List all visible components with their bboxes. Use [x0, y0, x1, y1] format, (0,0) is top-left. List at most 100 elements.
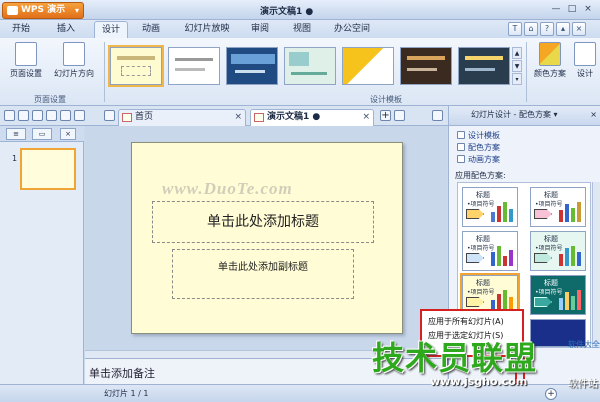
wps-logo-icon: [7, 6, 18, 15]
scroll-up-icon[interactable]: ▲: [512, 47, 522, 59]
task-pane-scrollbar[interactable]: [592, 182, 600, 348]
new-tab-button[interactable]: +: [380, 110, 391, 121]
doc-tab-label: 演示文稿1 ●: [267, 112, 321, 122]
tab-review[interactable]: 审阅: [246, 21, 274, 38]
template-thumb-4[interactable]: [284, 47, 336, 85]
slide-orientation-button[interactable]: 幻灯片方向: [50, 42, 98, 79]
arrow-shape-icon: [466, 253, 484, 263]
tab-design[interactable]: 设计: [94, 21, 128, 38]
app-button-label: WPS 演示: [21, 5, 66, 15]
tab-insert[interactable]: 插入: [50, 21, 82, 38]
template-scroller[interactable]: ▲ ▼ ▾: [512, 47, 522, 85]
slide-panel-tabs: ≡ ▭ ×: [0, 126, 84, 142]
bar-chart-icon: [559, 200, 581, 222]
close-button[interactable]: ×: [580, 2, 596, 16]
close-pane-icon[interactable]: ×: [590, 106, 597, 124]
template-thumb-1[interactable]: [108, 45, 164, 87]
template-thumb-3[interactable]: [226, 47, 278, 85]
title-placeholder[interactable]: 单击此处添加标题: [152, 201, 374, 243]
close-tab-icon[interactable]: ×: [362, 110, 370, 125]
slide[interactable]: www.DuoTe.com 单击此处添加标题 单击此处添加副标题: [131, 142, 403, 334]
minimize-button[interactable]: —: [548, 2, 564, 16]
brand-main: 技术员联盟: [372, 339, 538, 377]
undo-icon[interactable]: [60, 110, 71, 121]
slide-orientation-label: 幻灯片方向: [54, 69, 94, 78]
close-panel-icon[interactable]: ×: [60, 128, 76, 140]
template-thumb-7[interactable]: [458, 47, 510, 85]
group-separator: [526, 42, 527, 102]
menu-apply-all[interactable]: 应用于所有幻灯片(A): [428, 316, 504, 327]
shirt-icon[interactable]: T: [508, 22, 522, 36]
window-switch-icon[interactable]: [432, 110, 443, 121]
doc-tab-presentation[interactable]: 演示文稿1 ● ×: [250, 109, 374, 126]
color-scheme-icon: [539, 42, 561, 66]
slide-panel: ≡ ▭ × 1: [0, 126, 84, 384]
app-menu-button[interactable]: WPS 演示 ▾: [2, 2, 84, 19]
group-separator: [104, 42, 105, 102]
brand-url: www.jsgho.com: [430, 375, 528, 388]
menu-bar: 开始 插入 设计 动画 幻灯片放映 审阅 视图 办公空间 T ⌂ ? ▴ ×: [0, 20, 600, 38]
new-file-icon[interactable]: [4, 110, 15, 121]
palette-icon: [457, 143, 465, 151]
color-scheme-option[interactable]: 标题 •项目符号: [462, 231, 518, 271]
slide-count: 幻灯片 1 / 1: [104, 389, 149, 398]
task-pane-header[interactable]: 幻灯片设计 - 配色方案 ▾ ×: [449, 106, 600, 126]
arrow-shape-icon: [534, 209, 552, 219]
link-color-schemes[interactable]: 配色方案: [457, 142, 500, 153]
brand-side2: 软件站: [568, 379, 598, 390]
tab-slideshow[interactable]: 幻灯片放映: [180, 21, 234, 38]
link-design-templates[interactable]: 设计模板: [457, 130, 500, 141]
link-animation-schemes[interactable]: 动画方案: [457, 154, 500, 165]
tab-animation[interactable]: 动画: [134, 21, 168, 38]
scroll-down-icon[interactable]: ▼: [512, 60, 522, 72]
arrow-shape-icon: [534, 297, 552, 307]
template-thumb-2[interactable]: [168, 47, 220, 85]
template-thumb-6[interactable]: [400, 47, 452, 85]
template-thumb-5[interactable]: [342, 47, 394, 85]
color-scheme-option[interactable]: 标题 •项目符号: [530, 187, 586, 227]
task-pane-title: 幻灯片设计 - 配色方案 ▾: [471, 110, 558, 119]
tab-office-space[interactable]: 办公空间: [330, 21, 374, 38]
close-tab-icon[interactable]: ×: [234, 110, 242, 125]
color-scheme-option[interactable]: 标题 •项目符号: [462, 187, 518, 227]
bar-chart-icon: [559, 288, 581, 310]
print-icon[interactable]: [32, 110, 43, 121]
design-more-button[interactable]: 设计: [572, 42, 598, 79]
close-doc-icon[interactable]: ×: [572, 22, 586, 36]
design-icon: [574, 42, 596, 66]
preview-icon[interactable]: [46, 110, 57, 121]
tab-view[interactable]: 视图: [288, 21, 316, 38]
template-icon: [457, 131, 465, 139]
color-scheme-button[interactable]: 颜色方案: [530, 42, 570, 79]
slide-thumbnail[interactable]: [20, 148, 76, 190]
tab-list-icon[interactable]: [394, 110, 405, 121]
slide-canvas: www.DuoTe.com 单击此处添加标题 单击此处添加副标题: [85, 126, 447, 350]
minimize-ribbon-icon[interactable]: ▴: [556, 22, 570, 36]
animation-icon: [457, 155, 465, 163]
slides-tab-icon[interactable]: ▭: [32, 128, 52, 140]
customize-toolbar-icon[interactable]: [104, 110, 115, 121]
ribbon: 页面设置 幻灯片方向 页面设置 ▲ ▼ ▾ 设计模板 颜色方案 设计: [0, 38, 600, 106]
save-icon[interactable]: [18, 110, 29, 121]
slide-number: 1: [12, 154, 18, 163]
color-scheme-option[interactable]: 标题 •项目符号: [530, 275, 586, 315]
doc-tab-home[interactable]: 首页 ×: [118, 109, 246, 126]
color-scheme-option[interactable]: 标题 •项目符号: [530, 231, 586, 271]
page-setup-button[interactable]: 页面设置: [6, 42, 46, 79]
arrow-shape-icon: [466, 297, 484, 307]
home-icon[interactable]: ⌂: [524, 22, 538, 36]
tab-home[interactable]: 开始: [4, 21, 38, 38]
design-more-label: 设计: [577, 69, 593, 78]
redo-icon[interactable]: [74, 110, 85, 121]
maximize-button[interactable]: □: [564, 2, 580, 16]
group-label-templates: 设计模板: [370, 95, 402, 104]
bar-chart-icon: [491, 288, 513, 310]
outline-tab-icon[interactable]: ≡: [6, 128, 26, 140]
expand-gallery-icon[interactable]: ▾: [512, 73, 522, 85]
caret-down-icon: ▾: [74, 6, 79, 15]
watermark-text: www.DuoTe.com: [162, 179, 293, 198]
help-icon[interactable]: ?: [540, 22, 554, 36]
subtitle-placeholder[interactable]: 单击此处添加副标题: [172, 249, 354, 299]
presentation-file-icon: [254, 113, 264, 122]
bar-chart-icon: [491, 200, 513, 222]
